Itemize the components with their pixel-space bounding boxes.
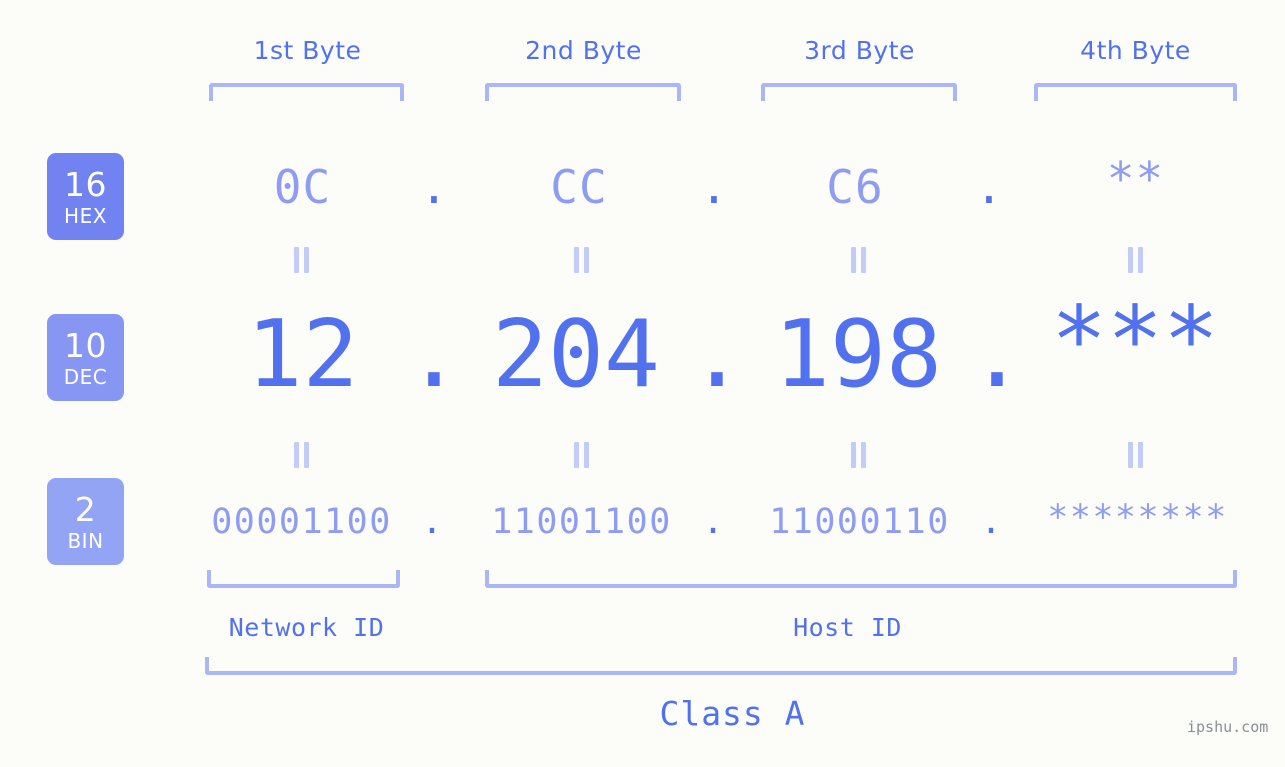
byte-header-bracket-2 [485, 83, 681, 101]
dec-separator-1: . [406, 300, 462, 408]
equals-connector-hex-dec-2 [572, 247, 592, 273]
bin-separator-3: . [980, 502, 1002, 542]
hex-separator-2: . [700, 160, 728, 214]
base-badge-dec-number: 10 [64, 325, 107, 365]
bin-byte-1: 00001100 [211, 502, 392, 542]
byte-header-bracket-4 [1034, 83, 1237, 101]
network-id-bracket [207, 570, 400, 588]
equals-connector-hex-dec-1 [292, 247, 312, 273]
base-badge-dec: 10 DEC [47, 314, 124, 401]
byte-header-bracket-3 [761, 83, 957, 101]
bin-separator-2: . [702, 502, 724, 542]
byte-header-label-4: 4th Byte [1080, 36, 1191, 65]
equals-connector-dec-bin-3 [849, 442, 869, 468]
bin-separator-1: . [421, 502, 443, 542]
host-id-bracket [485, 570, 1237, 588]
site-watermark: ipshu.com [1187, 718, 1269, 736]
bin-byte-3: 11000110 [769, 502, 950, 542]
dec-byte-3: 198 [774, 300, 942, 408]
dec-byte-2: 204 [492, 300, 660, 408]
equals-connector-hex-dec-3 [849, 247, 869, 273]
byte-header-bracket-1 [209, 83, 404, 101]
bin-byte-4: ******** [1047, 498, 1228, 538]
equals-connector-dec-bin-1 [292, 442, 312, 468]
equals-connector-hex-dec-4 [1126, 247, 1146, 273]
base-badge-bin: 2 BIN [47, 478, 124, 565]
hex-byte-1: 0C [273, 160, 332, 214]
equals-connector-dec-bin-4 [1126, 442, 1146, 468]
byte-header-label-3: 3rd Byte [804, 36, 915, 65]
base-badge-hex-name: HEX [64, 203, 107, 228]
bin-byte-2: 11001100 [491, 502, 672, 542]
hex-byte-3: C6 [826, 160, 884, 214]
base-badge-dec-name: DEC [63, 364, 108, 389]
dec-byte-1: 12 [246, 300, 359, 408]
hex-byte-2: CC [550, 160, 608, 214]
class-bracket [205, 657, 1237, 675]
hex-separator-1: . [420, 160, 448, 214]
base-badge-hex-number: 16 [64, 164, 107, 204]
byte-header-label-2: 2nd Byte [525, 36, 642, 65]
host-id-label: Host ID [793, 613, 902, 642]
dec-separator-3: . [969, 300, 1025, 408]
class-label: Class A [659, 694, 806, 733]
network-id-label: Network ID [228, 613, 385, 642]
base-badge-hex: 16 HEX [47, 153, 124, 240]
dec-separator-2: . [689, 300, 745, 408]
dec-byte-4: *** [1051, 286, 1219, 394]
equals-connector-dec-bin-2 [572, 442, 592, 468]
ip-address-breakdown-diagram: 1st Byte 2nd Byte 3rd Byte 4th Byte 16 H… [0, 0, 1285, 767]
hex-byte-4: ** [1106, 152, 1165, 206]
base-badge-bin-name: BIN [67, 528, 104, 553]
base-badge-bin-number: 2 [74, 489, 97, 529]
byte-header-label-1: 1st Byte [253, 36, 362, 65]
hex-separator-3: . [975, 160, 1003, 214]
